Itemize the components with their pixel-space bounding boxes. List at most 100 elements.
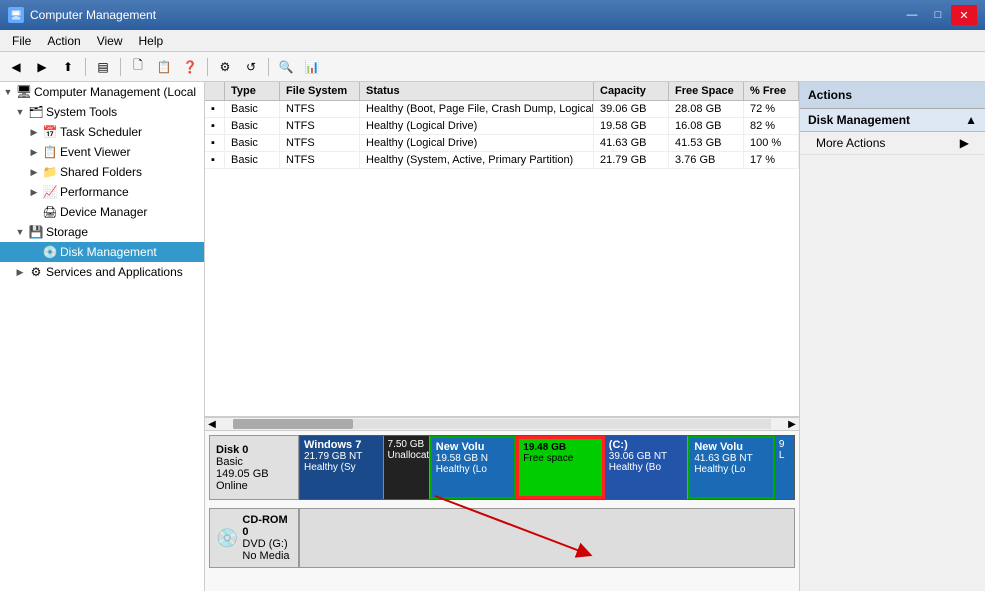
storage-icon: 💾 bbox=[28, 224, 44, 240]
sidebar-item-task-scheduler[interactable]: ▶ 📅 Task Scheduler bbox=[0, 122, 204, 142]
sidebar-item-shared-folders[interactable]: ▶ 📁 Shared Folders bbox=[0, 162, 204, 182]
minimize-button[interactable]: — bbox=[899, 5, 925, 25]
sidebar-item-performance[interactable]: ▶ 📈 Performance bbox=[0, 182, 204, 202]
partition-size: 7.50 GB bbox=[388, 439, 425, 450]
scroll-left-button[interactable]: ◀ bbox=[205, 419, 219, 430]
cell-free: 16.08 GB bbox=[669, 118, 744, 134]
refresh-button[interactable]: ↺ bbox=[239, 56, 263, 78]
actions-more-actions[interactable]: More Actions ▶ bbox=[800, 132, 985, 155]
toolbar-sep-1 bbox=[85, 58, 86, 76]
device-manager-icon: 🖨 bbox=[42, 204, 58, 220]
cell-pct: 72 % bbox=[744, 101, 799, 117]
partition-small[interactable]: 9 L bbox=[775, 436, 794, 499]
actions-header: Actions bbox=[800, 82, 985, 109]
partition-c[interactable]: (C:) 39.06 GB NT Healthy (Bo bbox=[605, 436, 689, 499]
table-row[interactable]: ▪ Basic NTFS Healthy (System, Active, Pr… bbox=[205, 152, 799, 169]
export-button[interactable]: 📋 bbox=[152, 56, 176, 78]
close-button[interactable]: ✕ bbox=[951, 5, 977, 25]
expander-icon: ▶ bbox=[28, 146, 40, 158]
table-header: Type File System Status Capacity Free Sp… bbox=[205, 82, 799, 101]
title-bar: 🖥 Computer Management — □ ✕ bbox=[0, 0, 985, 30]
sidebar-item-services-and-applications[interactable]: ▶ ⚙ Services and Applications bbox=[0, 262, 204, 282]
col-capacity[interactable]: Capacity bbox=[594, 82, 669, 100]
up-button[interactable]: ⬆ bbox=[56, 56, 80, 78]
sidebar-label-system-tools: System Tools bbox=[46, 105, 117, 119]
cell-status: Healthy (Boot, Page File, Crash Dump, Lo… bbox=[360, 101, 594, 117]
menu-file[interactable]: File bbox=[4, 32, 39, 50]
cell-type: Basic bbox=[225, 101, 280, 117]
partition-label: Windows 7 bbox=[304, 439, 379, 451]
cell-icon: ▪ bbox=[205, 101, 225, 117]
content-area: Type File System Status Capacity Free Sp… bbox=[205, 82, 799, 591]
disk-visual-wrapper: Free Space Created Disk 0 Basic 149.05 G… bbox=[205, 431, 799, 591]
menu-help[interactable]: Help bbox=[131, 32, 172, 50]
new-window-button[interactable]: 🗋 bbox=[126, 56, 150, 78]
table-row[interactable]: ▪ Basic NTFS Healthy (Boot, Page File, C… bbox=[205, 101, 799, 118]
cell-pct: 17 % bbox=[744, 152, 799, 168]
partition-unallocated[interactable]: 7.50 GB Unallocate bbox=[384, 436, 430, 499]
partition-label: (C:) bbox=[609, 439, 684, 451]
sidebar-item-disk-management[interactable]: ▶ 💿 Disk Management bbox=[0, 242, 204, 262]
properties-button[interactable]: ⚙ bbox=[213, 56, 237, 78]
cell-free: 41.53 GB bbox=[669, 135, 744, 151]
partition-sub: L bbox=[779, 450, 790, 461]
sidebar-label-disk-management: Disk Management bbox=[60, 245, 157, 259]
actions-collapse-icon[interactable]: ▲ bbox=[965, 113, 977, 127]
partition-label: New Volu bbox=[436, 441, 511, 453]
col-status[interactable]: Status bbox=[360, 82, 594, 100]
cdrom-name: CD-ROM 0 bbox=[242, 514, 292, 538]
sidebar-item-computer-management[interactable]: ▼ 🖥 Computer Management (Local bbox=[0, 82, 204, 102]
back-button[interactable]: ◀ bbox=[4, 56, 28, 78]
cdrom-0-row: 💿 CD-ROM 0 DVD (G:) No Media bbox=[209, 508, 795, 568]
expander-icon: ▶ bbox=[28, 126, 40, 138]
cell-icon: ▪ bbox=[205, 135, 225, 151]
cell-fs: NTFS bbox=[280, 118, 360, 134]
cell-capacity: 41.63 GB bbox=[594, 135, 669, 151]
forward-button[interactable]: ▶ bbox=[30, 56, 54, 78]
task-scheduler-icon: 📅 bbox=[42, 124, 58, 140]
maximize-button[interactable]: □ bbox=[925, 5, 951, 25]
cell-type: Basic bbox=[225, 118, 280, 134]
help-button[interactable]: ❓ bbox=[178, 56, 202, 78]
cell-icon: ▪ bbox=[205, 118, 225, 134]
cell-free: 3.76 GB bbox=[669, 152, 744, 168]
partition-new-vol-2[interactable]: New Volu 41.63 GB NT Healthy (Lo bbox=[688, 436, 775, 499]
scroll-right-button[interactable]: ▶ bbox=[785, 419, 799, 430]
partition-free-space[interactable]: 19.48 GB Free space bbox=[516, 436, 605, 499]
sidebar-item-device-manager[interactable]: ▶ 🖨 Device Manager bbox=[0, 202, 204, 222]
scroll-thumb[interactable] bbox=[233, 419, 353, 429]
col-filesystem[interactable]: File System bbox=[280, 82, 360, 100]
sidebar-label-shared-folders: Shared Folders bbox=[60, 165, 142, 179]
window-title: Computer Management bbox=[30, 8, 156, 22]
zoom-button[interactable]: 🔍 bbox=[274, 56, 298, 78]
sidebar-item-event-viewer[interactable]: ▶ 📋 Event Viewer bbox=[0, 142, 204, 162]
col-free-space[interactable]: Free Space bbox=[669, 82, 744, 100]
actions-section-label: Disk Management bbox=[808, 113, 910, 127]
horizontal-scrollbar[interactable]: ◀ ▶ bbox=[205, 417, 799, 431]
col-pct-free[interactable]: % Free bbox=[744, 82, 799, 100]
menu-view[interactable]: View bbox=[89, 32, 131, 50]
col-type[interactable]: Type bbox=[225, 82, 280, 100]
show-hide-button[interactable]: ▤ bbox=[91, 56, 115, 78]
disk-0-size: 149.05 GB bbox=[216, 468, 292, 480]
sidebar-item-system-tools[interactable]: ▼ 🗂 System Tools bbox=[0, 102, 204, 122]
toolbar-sep-2 bbox=[120, 58, 121, 76]
more-actions-label: More Actions bbox=[816, 136, 885, 150]
sidebar-label-services: Services and Applications bbox=[46, 265, 183, 279]
cdrom-icon: 💿 bbox=[216, 528, 238, 549]
more-actions-arrow-icon: ▶ bbox=[960, 136, 969, 150]
table-row[interactable]: ▪ Basic NTFS Healthy (Logical Drive) 19.… bbox=[205, 118, 799, 135]
partition-status: Healthy (Sy bbox=[304, 462, 379, 473]
sidebar-label-task-scheduler: Task Scheduler bbox=[60, 125, 142, 139]
expander-icon: ▼ bbox=[2, 86, 14, 98]
disk-0-status: Online bbox=[216, 480, 292, 492]
partition-windows7[interactable]: Windows 7 21.79 GB NT Healthy (Sy bbox=[300, 436, 384, 499]
actions-section-disk-management: Disk Management ▲ bbox=[800, 109, 985, 132]
sidebar-label-computer-management: Computer Management (Local bbox=[34, 85, 196, 99]
sidebar-item-storage[interactable]: ▼ 💾 Storage bbox=[0, 222, 204, 242]
cdrom-media: No Media bbox=[242, 550, 292, 562]
partition-new-vol-1[interactable]: New Volu 19.58 GB N Healthy (Lo bbox=[430, 436, 517, 499]
menu-action[interactable]: Action bbox=[39, 32, 88, 50]
table-row[interactable]: ▪ Basic NTFS Healthy (Logical Drive) 41.… bbox=[205, 135, 799, 152]
chart-button[interactable]: 📊 bbox=[300, 56, 324, 78]
